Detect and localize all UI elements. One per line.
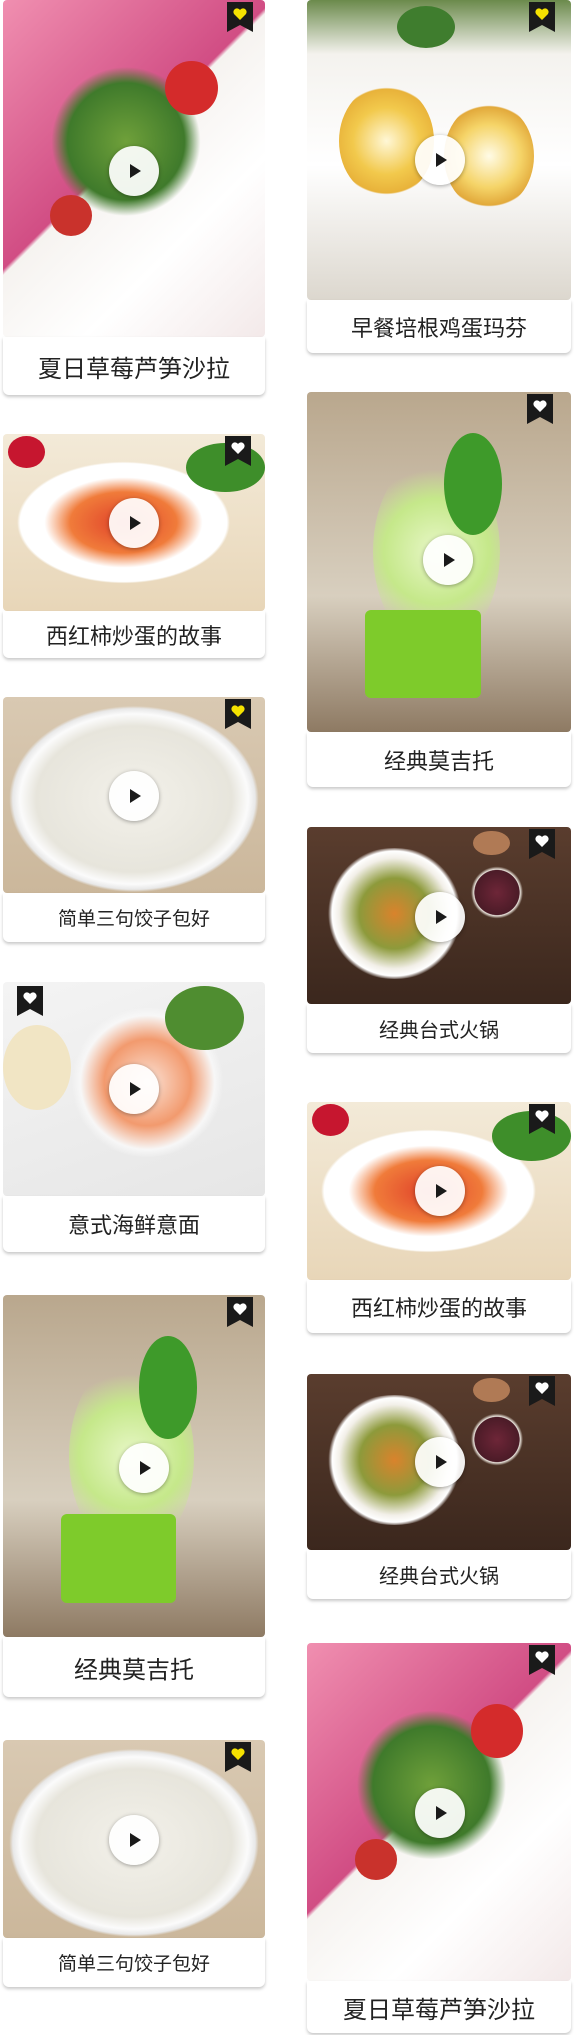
play-icon[interactable] xyxy=(415,1166,465,1216)
food-visual xyxy=(60,1513,176,1603)
food-visual xyxy=(139,1336,197,1439)
heart-icon[interactable] xyxy=(527,394,553,424)
recipe-image[interactable] xyxy=(307,1643,571,1981)
heart-icon[interactable] xyxy=(529,829,555,859)
food-visual xyxy=(470,1412,524,1466)
play-icon[interactable] xyxy=(109,1064,159,1114)
play-icon[interactable] xyxy=(109,771,159,821)
play-icon[interactable] xyxy=(415,1788,465,1838)
recipe-title[interactable]: 经典莫吉托 xyxy=(3,1637,265,1697)
recipe-image[interactable] xyxy=(307,0,571,300)
food-visual xyxy=(470,1703,524,1758)
food-visual xyxy=(3,1024,72,1111)
recipe-title[interactable]: 经典莫吉托 xyxy=(307,732,571,787)
heart-icon[interactable] xyxy=(17,986,43,1016)
recipe-title[interactable]: 简单三句饺子包好 xyxy=(3,1938,265,1987)
recipe-image[interactable] xyxy=(3,697,265,893)
recipe-card[interactable]: 西红柿炒蛋的故事 xyxy=(307,1102,571,1333)
recipe-card[interactable]: 经典台式火锅 xyxy=(307,827,571,1053)
food-visual xyxy=(396,6,455,48)
heart-icon[interactable] xyxy=(529,1104,555,1134)
recipe-image[interactable] xyxy=(307,1102,571,1280)
recipe-card[interactable]: 夏日草莓芦笋沙拉 xyxy=(307,1643,571,2035)
food-visual xyxy=(365,609,482,698)
recipe-image[interactable] xyxy=(3,1740,265,1938)
heart-icon[interactable] xyxy=(225,699,251,729)
recipe-card[interactable]: 简单三句饺子包好 xyxy=(3,697,265,942)
play-icon[interactable] xyxy=(415,892,465,942)
food-visual xyxy=(354,1839,397,1880)
play-icon[interactable] xyxy=(415,1437,465,1487)
heart-icon[interactable] xyxy=(529,2,555,32)
heart-icon[interactable] xyxy=(227,2,253,32)
food-visual xyxy=(165,60,218,115)
recipe-card[interactable]: 经典台式火锅 xyxy=(307,1374,571,1599)
food-visual xyxy=(444,432,503,535)
recipe-image[interactable] xyxy=(3,982,265,1196)
recipe-title[interactable]: 西红柿炒蛋的故事 xyxy=(3,611,265,658)
recipe-image[interactable] xyxy=(3,0,265,337)
recipe-title[interactable]: 经典台式火锅 xyxy=(307,1550,571,1599)
food-visual xyxy=(473,1377,511,1403)
recipe-card[interactable]: 意式海鲜意面 xyxy=(3,982,265,1252)
food-visual xyxy=(50,195,93,236)
play-icon[interactable] xyxy=(109,146,159,196)
recipe-title[interactable]: 夏日草莓芦笋沙拉 xyxy=(3,337,265,395)
recipe-title[interactable]: 简单三句饺子包好 xyxy=(3,893,265,942)
heart-icon[interactable] xyxy=(225,436,251,466)
recipe-title[interactable]: 经典台式火锅 xyxy=(307,1004,571,1053)
recipe-card[interactable]: 西红柿炒蛋的故事 xyxy=(3,434,265,658)
food-visual xyxy=(165,986,245,1051)
heart-icon[interactable] xyxy=(225,1742,251,1772)
recipe-card[interactable]: 夏日草莓芦笋沙拉 xyxy=(3,0,265,395)
recipe-title[interactable]: 西红柿炒蛋的故事 xyxy=(307,1280,571,1333)
food-visual xyxy=(338,84,434,198)
play-icon[interactable] xyxy=(109,1815,159,1865)
heart-icon[interactable] xyxy=(227,1297,253,1327)
food-visual xyxy=(470,865,524,920)
heart-icon[interactable] xyxy=(529,1645,555,1675)
recipe-title[interactable]: 夏日草莓芦笋沙拉 xyxy=(307,1981,571,2033)
recipe-image[interactable] xyxy=(307,827,571,1004)
heart-icon[interactable] xyxy=(529,1376,555,1406)
recipe-image[interactable] xyxy=(307,392,571,732)
play-icon[interactable] xyxy=(109,498,159,548)
recipe-title[interactable]: 意式海鲜意面 xyxy=(3,1196,265,1252)
recipe-card[interactable]: 经典莫吉托 xyxy=(307,392,571,787)
play-icon[interactable] xyxy=(415,135,465,185)
food-visual xyxy=(473,830,511,856)
recipe-card[interactable]: 经典莫吉托 xyxy=(3,1295,265,1697)
recipe-image[interactable] xyxy=(307,1374,571,1550)
recipe-image[interactable] xyxy=(3,1295,265,1637)
recipe-card[interactable]: 早餐培根鸡蛋玛芬 xyxy=(307,0,571,353)
play-icon[interactable] xyxy=(119,1443,169,1493)
recipe-image[interactable] xyxy=(3,434,265,611)
food-visual xyxy=(8,435,45,468)
food-visual xyxy=(312,1103,350,1136)
recipe-title[interactable]: 早餐培根鸡蛋玛芬 xyxy=(307,300,571,353)
play-icon[interactable] xyxy=(423,535,473,585)
recipe-card[interactable]: 简单三句饺子包好 xyxy=(3,1740,265,1987)
